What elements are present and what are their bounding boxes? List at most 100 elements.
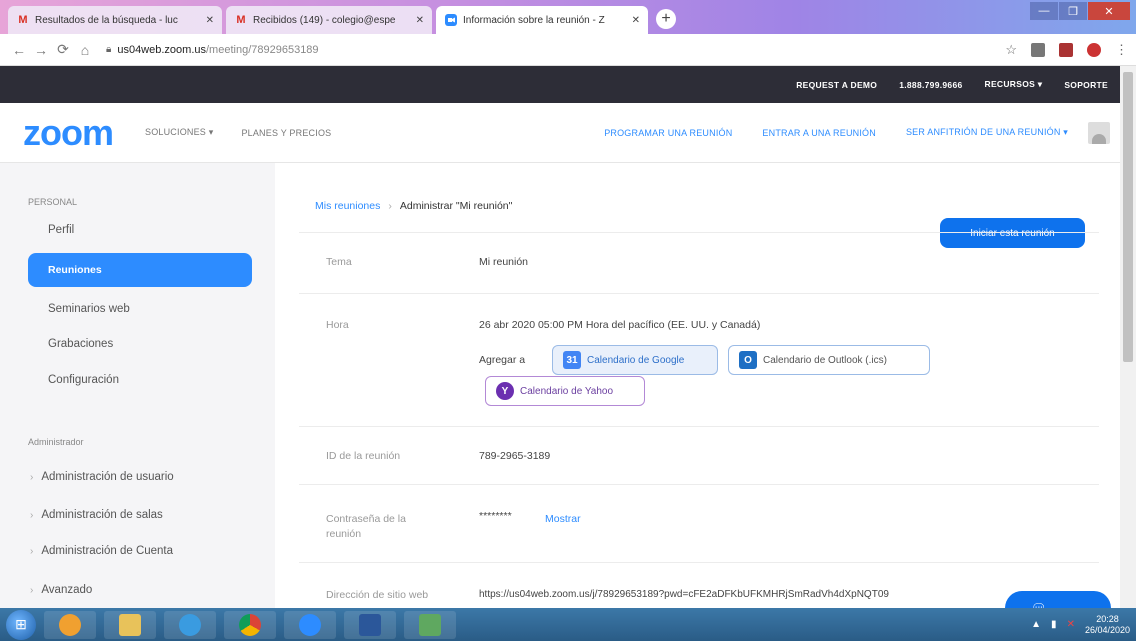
solutions-menu[interactable]: SOLUCIONES ▾ — [145, 127, 213, 138]
bookmark-star-icon[interactable]: ☆ — [1005, 42, 1017, 58]
tray-arrow-icon[interactable]: ▲ — [1031, 619, 1041, 630]
new-tab-button[interactable]: + — [656, 9, 676, 29]
zoom-logo[interactable]: zoom — [23, 112, 114, 154]
sidebar-item-profile[interactable]: Perfil — [28, 213, 252, 247]
window-close-icon[interactable]: ✕ — [1088, 2, 1130, 20]
schedule-meeting-link[interactable]: PROGRAMAR UNA REUNIÓN — [604, 128, 732, 138]
close-tab-icon[interactable]: ✕ — [206, 15, 214, 26]
gmail-icon: M — [18, 14, 28, 26]
sidebar-item-label: Administración de salas — [41, 509, 163, 521]
browser-tab-1[interactable]: M Resultados de la búsqueda - luc ✕ — [8, 6, 222, 34]
back-icon[interactable]: ← — [8, 42, 30, 58]
sidebar-item-settings[interactable]: Configuración — [28, 363, 252, 397]
meeting-url-value: https://us04web.zoom.us/j/78929653189?pw… — [479, 589, 889, 600]
yahoo-calendar-button[interactable]: Y Calendario de Yahoo — [485, 376, 645, 406]
chevron-right-icon: › — [30, 584, 34, 596]
zoom-top-bar: REQUEST A DEMO 1.888.799.9666 RECURSOS ▾… — [0, 66, 1120, 103]
close-tab-icon[interactable]: ✕ — [416, 15, 424, 26]
main-content: Mis reuniones › Administrar "Mi reunión"… — [275, 163, 1120, 625]
network-icon[interactable]: ▮ — [1051, 619, 1057, 630]
home-icon[interactable]: ⌂ — [74, 42, 96, 58]
extension-icon[interactable] — [1059, 42, 1073, 57]
browser-menu-icon[interactable]: ⋮ — [1115, 42, 1128, 58]
google-calendar-button[interactable]: 31 Calendario de Google — [552, 345, 718, 375]
divider — [299, 232, 1099, 233]
zoom-favicon-icon — [444, 14, 458, 26]
url-field[interactable]: 🔒︎ us04web.zoom.us /meeting/78929653189 — [106, 44, 319, 56]
forward-icon[interactable]: → — [30, 42, 52, 58]
taskbar-app-zoom-icon[interactable] — [284, 610, 336, 639]
sidebar-item-label: Reuniones — [48, 264, 102, 276]
request-demo-link[interactable]: REQUEST A DEMO — [796, 80, 877, 90]
join-meeting-link[interactable]: ENTRAR A UNA REUNIÓN — [762, 128, 876, 138]
tab-title: Información sobre la reunión - Z — [463, 14, 605, 26]
browser-tab-strip: M Resultados de la búsqueda - luc ✕ M Re… — [0, 0, 1136, 34]
meeting-id-value: 789-2965-3189 — [479, 450, 551, 462]
plans-link[interactable]: PLANES Y PRECIOS — [241, 128, 331, 138]
maximize-icon[interactable]: ❐ — [1059, 2, 1087, 20]
topic-value: Mi reunión — [479, 256, 529, 268]
sidebar-item-label: Avanzado — [41, 584, 93, 596]
clock[interactable]: 20:28 26/04/2020 — [1085, 614, 1130, 636]
reload-icon[interactable]: ⟳ — [52, 41, 74, 58]
yahoo-calendar-label: Calendario de Yahoo — [520, 385, 614, 397]
google-calendar-icon: 31 — [563, 351, 581, 369]
windows-taskbar: ⊞ ▲ ▮ ✕ 20:28 26/04/2020 — [0, 608, 1136, 641]
sidebar-item-user-management[interactable]: › Administración de usuario — [30, 471, 174, 483]
extension-icon[interactable] — [1031, 42, 1045, 57]
sidebar-item-label: Perfil — [48, 224, 75, 236]
sidebar-item-room-management[interactable]: › Administración de salas — [30, 509, 163, 521]
sidebar-item-meetings[interactable]: Reuniones — [28, 253, 252, 287]
sidebar-section-admin: Administrador — [28, 437, 84, 447]
support-link[interactable]: SOPORTE — [1064, 80, 1108, 90]
phone-link[interactable]: 1.888.799.9666 — [899, 80, 962, 90]
avatar[interactable] — [1088, 121, 1110, 144]
close-tab-icon[interactable]: ✕ — [632, 15, 640, 26]
url-host: us04web.zoom.us — [117, 43, 206, 56]
host-meeting-menu[interactable]: SER ANFITRIÓN DE UNA REUNIÓN ▾ — [906, 127, 1068, 138]
volume-muted-icon[interactable]: ✕ — [1067, 619, 1075, 630]
sidebar-item-label: Administración de usuario — [41, 471, 174, 483]
windows-start-icon[interactable]: ⊞ — [6, 609, 36, 640]
breadcrumb-my-meetings-link[interactable]: Mis reuniones — [315, 200, 380, 212]
browser-tab-3[interactable]: Información sobre la reunión - Z ✕ — [436, 6, 648, 34]
show-password-link[interactable]: Mostrar — [545, 513, 581, 525]
resources-menu[interactable]: RECURSOS ▾ — [985, 79, 1043, 90]
scrollbar-thumb[interactable] — [1123, 72, 1133, 362]
sidebar-item-label: Configuración — [48, 374, 119, 386]
sidebar-item-recordings[interactable]: Grabaciones — [28, 327, 252, 361]
taskbar-app-ie-icon[interactable] — [164, 610, 216, 639]
outlook-calendar-label: Calendario de Outlook (.ics) — [763, 354, 887, 366]
sidebar: PERSONAL Perfil Reuniones Seminarios web… — [0, 163, 275, 608]
minimize-icon[interactable]: — — [1030, 2, 1058, 20]
zoom-nav: zoom SOLUCIONES ▾ PLANES Y PRECIOS PROGR… — [0, 103, 1120, 163]
start-meeting-button[interactable]: Iniciar esta reunión — [940, 218, 1085, 248]
divider — [299, 426, 1099, 427]
page-scrollbar[interactable] — [1120, 66, 1136, 608]
profile-icon[interactable] — [1087, 42, 1101, 57]
time-label: Hora — [326, 319, 349, 331]
time-value: 26 abr 2020 05:00 PM Hora del pacífico (… — [479, 319, 761, 331]
address-bar: ← → ⟳ ⌂ 🔒︎ us04web.zoom.us /meeting/7892… — [0, 34, 1136, 66]
chevron-right-icon: › — [30, 509, 34, 521]
sidebar-item-label: Administración de Cuenta — [41, 545, 174, 557]
sidebar-section-personal: PERSONAL — [28, 197, 78, 207]
browser-tab-2[interactable]: M Recibidos (149) - colegio@espe ✕ — [226, 6, 432, 34]
meeting-id-label: ID de la reunión — [326, 450, 401, 462]
divider — [299, 562, 1099, 563]
tab-title: Resultados de la búsqueda - luc — [35, 14, 178, 26]
lock-icon: 🔒︎ — [106, 44, 112, 55]
taskbar-app-word-icon[interactable] — [344, 610, 396, 639]
breadcrumb-separator: › — [388, 200, 392, 212]
taskbar-app-chrome-icon[interactable] — [224, 610, 276, 639]
sidebar-item-account-management[interactable]: › Administración de Cuenta — [30, 545, 173, 557]
outlook-calendar-button[interactable]: O Calendario de Outlook (.ics) — [728, 345, 930, 375]
tab-title: Recibidos (149) - colegio@espe — [253, 14, 396, 26]
taskbar-app-image-icon[interactable] — [404, 610, 456, 639]
sidebar-item-advanced[interactable]: › Avanzado — [30, 584, 92, 596]
taskbar-app-media-icon[interactable] — [44, 610, 96, 639]
sidebar-item-webinars[interactable]: Seminarios web — [28, 292, 252, 326]
taskbar-app-folder-icon[interactable] — [104, 610, 156, 639]
sidebar-item-label: Seminarios web — [48, 303, 130, 315]
chevron-right-icon: › — [30, 471, 34, 483]
